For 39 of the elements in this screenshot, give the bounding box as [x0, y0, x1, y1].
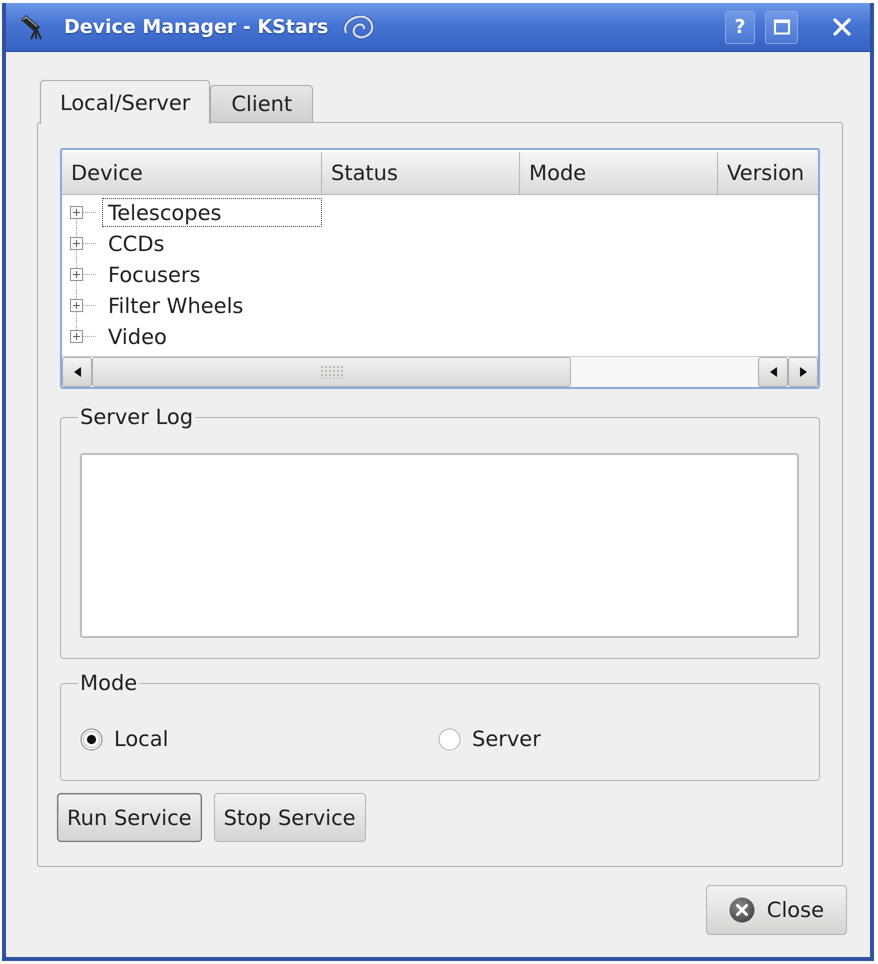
expand-icon[interactable] — [70, 237, 83, 250]
maximize-icon — [774, 19, 790, 35]
service-button[interactable]: Stop Service — [214, 793, 366, 842]
group-title: Server Log — [79, 405, 194, 430]
service-button[interactable]: Run Service — [57, 793, 202, 842]
radio-option[interactable]: Local — [80, 724, 438, 754]
left-arrow-icon — [770, 367, 776, 377]
grip-icon — [320, 365, 344, 379]
column-header[interactable]: Device — [62, 152, 322, 195]
radio-button-icon[interactable] — [438, 728, 461, 750]
tree-item[interactable]: Video — [102, 322, 322, 351]
expand-icon[interactable] — [70, 268, 83, 281]
window-title: Device Manager - KStars — [64, 16, 328, 38]
scrollbar-thumb[interactable] — [92, 357, 571, 387]
expand-icon[interactable] — [70, 206, 83, 219]
close-icon — [833, 18, 851, 36]
scroll-left-button[interactable] — [758, 357, 788, 387]
swirl-icon — [341, 12, 376, 42]
scroll-left-button[interactable] — [62, 357, 92, 387]
tab[interactable]: Local/Server — [40, 80, 210, 124]
expand-icon[interactable] — [70, 330, 83, 343]
close-circle-icon — [728, 897, 755, 923]
radio-button-icon[interactable] — [80, 728, 103, 750]
column-header[interactable]: Version — [718, 152, 818, 195]
tree-item[interactable]: Telescopes — [102, 198, 322, 227]
expand-icon[interactable] — [70, 299, 83, 312]
group-title: Mode — [79, 671, 138, 696]
maximize-button[interactable] — [765, 10, 798, 44]
right-arrow-icon — [800, 367, 806, 377]
tree-item[interactable]: CCDs — [102, 229, 322, 258]
close-dialog-button[interactable]: Close — [706, 885, 847, 935]
tree-item[interactable]: Focusers — [102, 260, 322, 289]
left-arrow-icon — [74, 367, 80, 377]
tab[interactable]: Client — [210, 85, 314, 122]
radio-option[interactable]: Server — [438, 724, 800, 754]
scroll-right-button[interactable] — [788, 357, 818, 387]
column-header[interactable]: Status — [322, 152, 520, 195]
column-header[interactable]: Mode — [520, 152, 718, 195]
tree-item[interactable]: Filter Wheels — [102, 291, 322, 320]
